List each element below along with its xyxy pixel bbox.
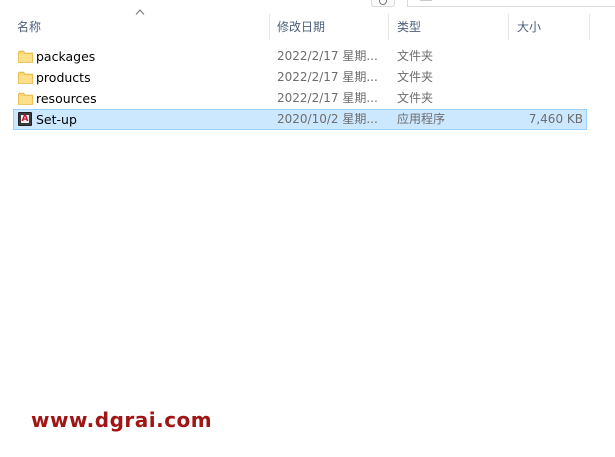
- folder-icon: [18, 50, 33, 63]
- file-row[interactable]: packages 2022/2/17 星期... 文件夹: [13, 46, 587, 67]
- file-size: 7,460 KB: [528, 112, 583, 126]
- column-header-name[interactable]: 名称: [12, 14, 270, 40]
- file-row[interactable]: products 2022/2/17 星期... 文件夹: [13, 67, 587, 88]
- file-name: products: [36, 70, 91, 85]
- file-date: 2022/2/17 星期...: [277, 70, 378, 84]
- refresh-button[interactable]: [371, 0, 395, 7]
- search-placeholder-fragment: [420, 0, 432, 1]
- watermark-text: www.dgrai.com: [31, 408, 213, 432]
- file-date: 2020/10/2 星期...: [277, 112, 378, 126]
- adobe-app-icon: A: [18, 112, 32, 126]
- file-size: [504, 68, 583, 87]
- column-header-date[interactable]: 修改日期: [272, 14, 389, 40]
- file-type: 文件夹: [397, 70, 434, 84]
- column-header-row: 名称 修改日期 类型 大小: [0, 9, 615, 40]
- folder-icon: [18, 71, 33, 84]
- file-type: 应用程序: [397, 112, 446, 126]
- file-name: resources: [36, 91, 97, 106]
- file-date: 2022/2/17 星期...: [277, 91, 378, 105]
- file-row-selected[interactable]: A Set-up 2020/10/2 星期... 应用程序 7,460 KB: [13, 109, 587, 130]
- file-name: packages: [36, 49, 96, 64]
- file-size: [504, 47, 583, 66]
- file-name: Set-up: [36, 112, 77, 127]
- toolbar-clipped: [0, 0, 615, 8]
- refresh-icon: [379, 0, 387, 5]
- file-size: [504, 89, 583, 108]
- file-type: 文件夹: [397, 49, 434, 63]
- file-row[interactable]: resources 2022/2/17 星期... 文件夹: [13, 88, 587, 109]
- file-type: 文件夹: [397, 91, 434, 105]
- search-box[interactable]: [407, 0, 615, 7]
- column-header-size[interactable]: 大小: [512, 14, 590, 40]
- column-header-type[interactable]: 类型: [392, 14, 509, 40]
- file-explorer-window: 名称 修改日期 类型 大小 packages 2022/2/17 星期... 文…: [0, 0, 615, 457]
- file-date: 2022/2/17 星期...: [277, 49, 378, 63]
- folder-icon: [18, 92, 33, 105]
